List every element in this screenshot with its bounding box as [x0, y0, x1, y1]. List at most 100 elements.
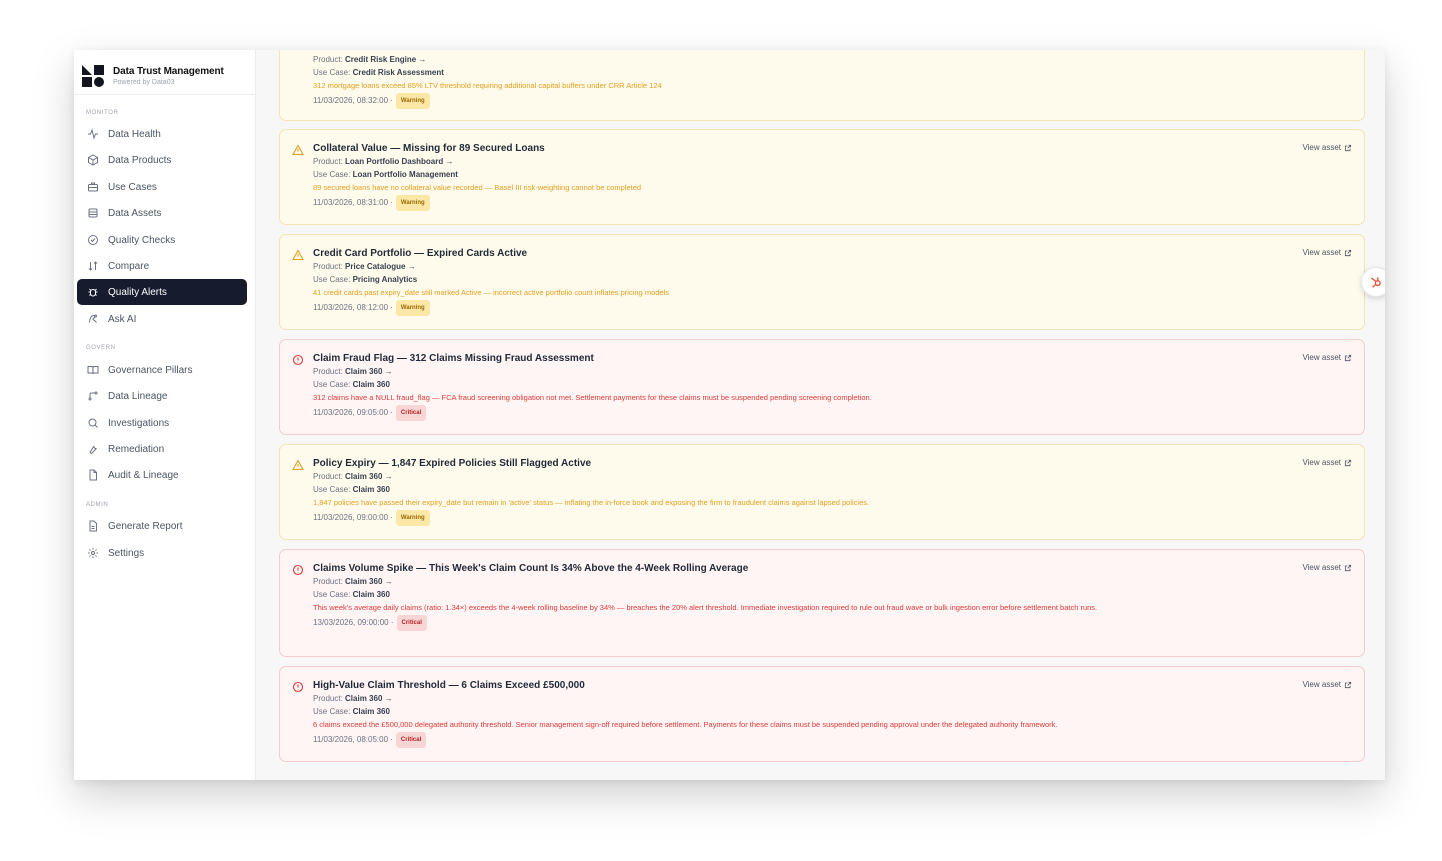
alert-card: Policy Expiry — 1,847 Expired Policies S… [279, 444, 1365, 540]
alert-card: Claims Volume Spike — This Week's Claim … [279, 549, 1365, 657]
check-circle-icon [86, 233, 100, 247]
sidebar-item-remediation[interactable]: Remediation [77, 436, 247, 462]
alert-card: Credit Card Portfolio — Expired Cards Ac… [279, 234, 1365, 330]
alert-card: Claim Fraud Flag — 312 Claims Missing Fr… [279, 339, 1365, 435]
alert-product: Product: Claim 360 → [313, 694, 393, 703]
app-title: Data Trust Management [113, 66, 224, 77]
logo-icon [82, 65, 104, 87]
severity-badge: Critical [396, 615, 427, 631]
alert-product: Product: Claim 360 → [313, 472, 393, 481]
critical-icon [292, 564, 304, 576]
sidebar-item-governance-pillars[interactable]: Governance Pillars [77, 357, 247, 383]
alert-use-case: Use Case: Loan Portfolio Management [313, 170, 458, 179]
alert-title: Collateral Value — Missing for 89 Secure… [313, 143, 545, 154]
app-window: Data Trust Management Powered by Data03 … [74, 50, 1385, 780]
sidebar-item-audit-lineage[interactable]: Audit & Lineage [77, 462, 247, 488]
view-asset-link[interactable]: View asset [1302, 143, 1352, 152]
activity-icon [86, 127, 100, 141]
alert-description: 89 secured loans have no collateral valu… [313, 183, 642, 192]
sidebar-item-data-lineage[interactable]: Data Lineage [77, 383, 247, 409]
alert-use-case: Use Case: Claim 360 [313, 707, 390, 716]
alert-use-case: Use Case: Claim 360 [313, 485, 390, 494]
alert-timestamp: 11/03/2026, 08:31:00 · Warning [313, 195, 1254, 211]
section-label-admin: ADMIN [86, 502, 109, 508]
external-link-icon [1344, 249, 1352, 256]
sidebar-item-label: Data Assets [108, 207, 162, 219]
ai-icon [86, 312, 100, 326]
alert-product: Product: Claim 360 → [313, 367, 393, 376]
view-asset-link[interactable]: View asset [1302, 563, 1352, 572]
severity-badge: Critical [395, 405, 427, 421]
app-subtitle: Powered by Data03 [113, 79, 175, 86]
sidebar-item-data-products[interactable]: Data Products [77, 147, 247, 173]
sidebar-item-label: Generate Report [108, 520, 183, 532]
sidebar-item-data-assets[interactable]: Data Assets [77, 200, 247, 226]
alert-use-case: Use Case: Credit Risk Assessment [313, 68, 444, 77]
database-icon [86, 206, 100, 220]
product-link[interactable]: Credit Risk Engine → [345, 55, 426, 64]
product-link[interactable]: Claim 360 → [345, 367, 393, 376]
alert-timestamp: 11/03/2026, 08:32:00 · Warning [313, 93, 1254, 109]
bug-icon [86, 285, 100, 299]
external-link-icon [1344, 681, 1352, 688]
sidebar-item-generate-report[interactable]: Generate Report [77, 513, 247, 539]
search-icon [86, 416, 100, 430]
warning-icon [292, 144, 304, 156]
alert-product: Product: Claim 360 → [313, 577, 393, 586]
sidebar-item-investigations[interactable]: Investigations [77, 410, 247, 436]
alert-timestamp: 11/03/2026, 09:00:00 · Warning [313, 510, 1254, 526]
sidebar-item-label: Use Cases [108, 181, 157, 193]
warning-icon [292, 459, 304, 471]
help-chat-button[interactable] [1361, 267, 1385, 297]
product-link[interactable]: Claim 360 → [345, 577, 393, 586]
sidebar-item-ask-ai[interactable]: Ask AI [77, 306, 247, 332]
compare-icon [86, 259, 100, 273]
briefcase-icon [86, 180, 100, 194]
sidebar-item-label: Data Health [108, 128, 161, 140]
alert-title: Policy Expiry — 1,847 Expired Policies S… [313, 458, 592, 469]
severity-badge: Critical [395, 732, 427, 748]
sidebar-item-quality-checks[interactable]: Quality Checks [77, 227, 247, 253]
hubspot-icon [1370, 277, 1381, 288]
critical-icon [292, 681, 304, 693]
alert-product: Product: Loan Portfolio Dashboard → [313, 157, 454, 166]
severity-badge: Warning [395, 510, 430, 526]
product-link[interactable]: Claim 360 → [345, 694, 393, 703]
product-link[interactable]: Claim 360 → [345, 472, 393, 481]
external-link-icon [1344, 564, 1352, 571]
sidebar-item-label: Governance Pillars [108, 364, 193, 376]
alert-card: Product: Credit Risk Engine → Use Case: … [279, 50, 1365, 121]
alert-timestamp: 11/03/2026, 09:05:00 · Critical [313, 405, 1254, 421]
critical-icon [292, 354, 304, 366]
external-link-icon [1344, 144, 1352, 151]
product-link[interactable]: Loan Portfolio Dashboard → [345, 157, 453, 166]
alert-timestamp: 11/03/2026, 08:05:00 · Critical [313, 732, 1254, 748]
severity-badge: Warning [395, 195, 430, 211]
alert-description: This week's average daily claims (ratio:… [313, 603, 1098, 612]
sidebar-item-use-cases[interactable]: Use Cases [77, 174, 247, 200]
brand[interactable]: Data Trust Management Powered by Data03 [82, 59, 224, 93]
file-icon [86, 468, 100, 482]
sidebar-item-label: Investigations [108, 417, 170, 429]
product-link[interactable]: Price Catalogue → [345, 262, 416, 271]
alert-product: Product: Price Catalogue → [313, 262, 416, 271]
view-asset-link[interactable]: View asset [1302, 458, 1352, 467]
view-asset-link[interactable]: View asset [1302, 353, 1352, 362]
section-label-govern: GOVERN [86, 345, 116, 351]
view-asset-link[interactable]: View asset [1302, 248, 1352, 257]
alert-description: 6 claims exceed the £500,000 delegated a… [313, 720, 1058, 729]
alert-timestamp: 13/03/2026, 09:00:00 · Critical [313, 615, 1254, 631]
gear-icon [86, 546, 100, 560]
alert-product: Product: Credit Risk Engine → [313, 55, 427, 64]
sidebar-item-label: Data Lineage [108, 390, 168, 402]
sidebar-item-data-health[interactable]: Data Health [77, 121, 247, 147]
external-link-icon [1344, 354, 1352, 361]
sidebar-item-label: Data Products [108, 154, 172, 166]
warning-icon [292, 249, 304, 261]
sidebar-item-settings[interactable]: Settings [77, 540, 247, 566]
view-asset-link[interactable]: View asset [1302, 680, 1352, 689]
alert-use-case: Use Case: Claim 360 [313, 590, 390, 599]
alerts-list: Product: Credit Risk Engine → Use Case: … [256, 50, 1385, 780]
sidebar-item-quality-alerts[interactable]: Quality Alerts [77, 279, 247, 305]
sidebar-item-compare[interactable]: Compare [77, 253, 247, 279]
